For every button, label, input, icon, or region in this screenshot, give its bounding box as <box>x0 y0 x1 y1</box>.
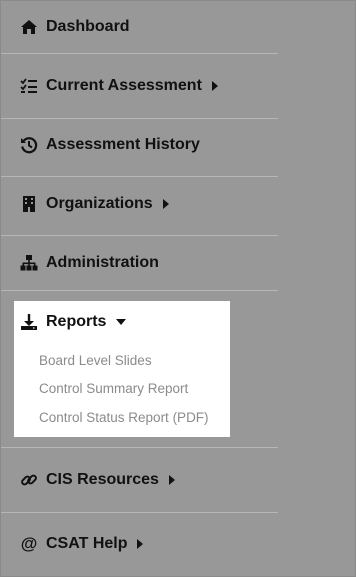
nav-item-administration[interactable]: Administration <box>1 245 278 281</box>
nav-item-csat-help[interactable]: @ CSAT Help <box>1 526 278 562</box>
caret-right-icon <box>162 199 169 209</box>
at-icon: @ <box>20 534 38 553</box>
nav-item-organizations[interactable]: Organizations <box>1 186 278 222</box>
building-icon <box>20 195 38 213</box>
home-icon <box>20 18 38 36</box>
submenu-item-control-summary-report[interactable]: Control Summary Report <box>39 381 188 396</box>
nav-item-dashboard[interactable]: Dashboard <box>1 9 278 45</box>
separator <box>1 447 278 448</box>
nav-label-administration: Administration <box>46 254 159 271</box>
separator <box>1 53 278 54</box>
nav-item-assessment-history[interactable]: Assessment History <box>1 127 278 163</box>
separator <box>1 290 278 291</box>
nav-label-organizations: Organizations <box>46 195 153 212</box>
reports-menu: Reports Board Level Slides Control Summa… <box>14 301 230 437</box>
nav-label-cis-resources: CIS Resources <box>46 471 159 488</box>
history-icon <box>20 136 38 154</box>
sidebar-nav: Dashboard Current Assessment Assessment … <box>1 1 278 576</box>
caret-right-icon <box>168 475 175 485</box>
caret-right-icon <box>211 81 218 91</box>
caret-down-icon <box>116 319 127 325</box>
nav-item-cis-resources[interactable]: CIS Resources <box>1 462 278 498</box>
submenu-item-control-status-report-pdf[interactable]: Control Status Report (PDF) <box>39 410 209 425</box>
nav-label-dashboard: Dashboard <box>46 18 130 35</box>
nav-label-current-assessment: Current Assessment <box>46 77 202 94</box>
nav-label-assessment-history: Assessment History <box>46 136 200 153</box>
nav-item-reports[interactable]: Reports <box>20 313 127 331</box>
nav-item-current-assessment[interactable]: Current Assessment <box>1 68 278 104</box>
nav-label-csat-help: CSAT Help <box>46 535 128 552</box>
nav-label-reports: Reports <box>46 313 107 330</box>
separator <box>1 235 278 236</box>
download-icon <box>20 313 38 331</box>
separator <box>1 176 278 177</box>
separator <box>1 512 278 513</box>
link-icon <box>20 471 38 489</box>
separator <box>1 118 278 119</box>
caret-right-icon <box>137 539 144 549</box>
sidebar-frame: Dashboard Current Assessment Assessment … <box>0 0 356 577</box>
submenu-item-board-level-slides[interactable]: Board Level Slides <box>39 353 152 368</box>
list-check-icon <box>20 77 38 95</box>
sitemap-icon <box>20 254 38 272</box>
